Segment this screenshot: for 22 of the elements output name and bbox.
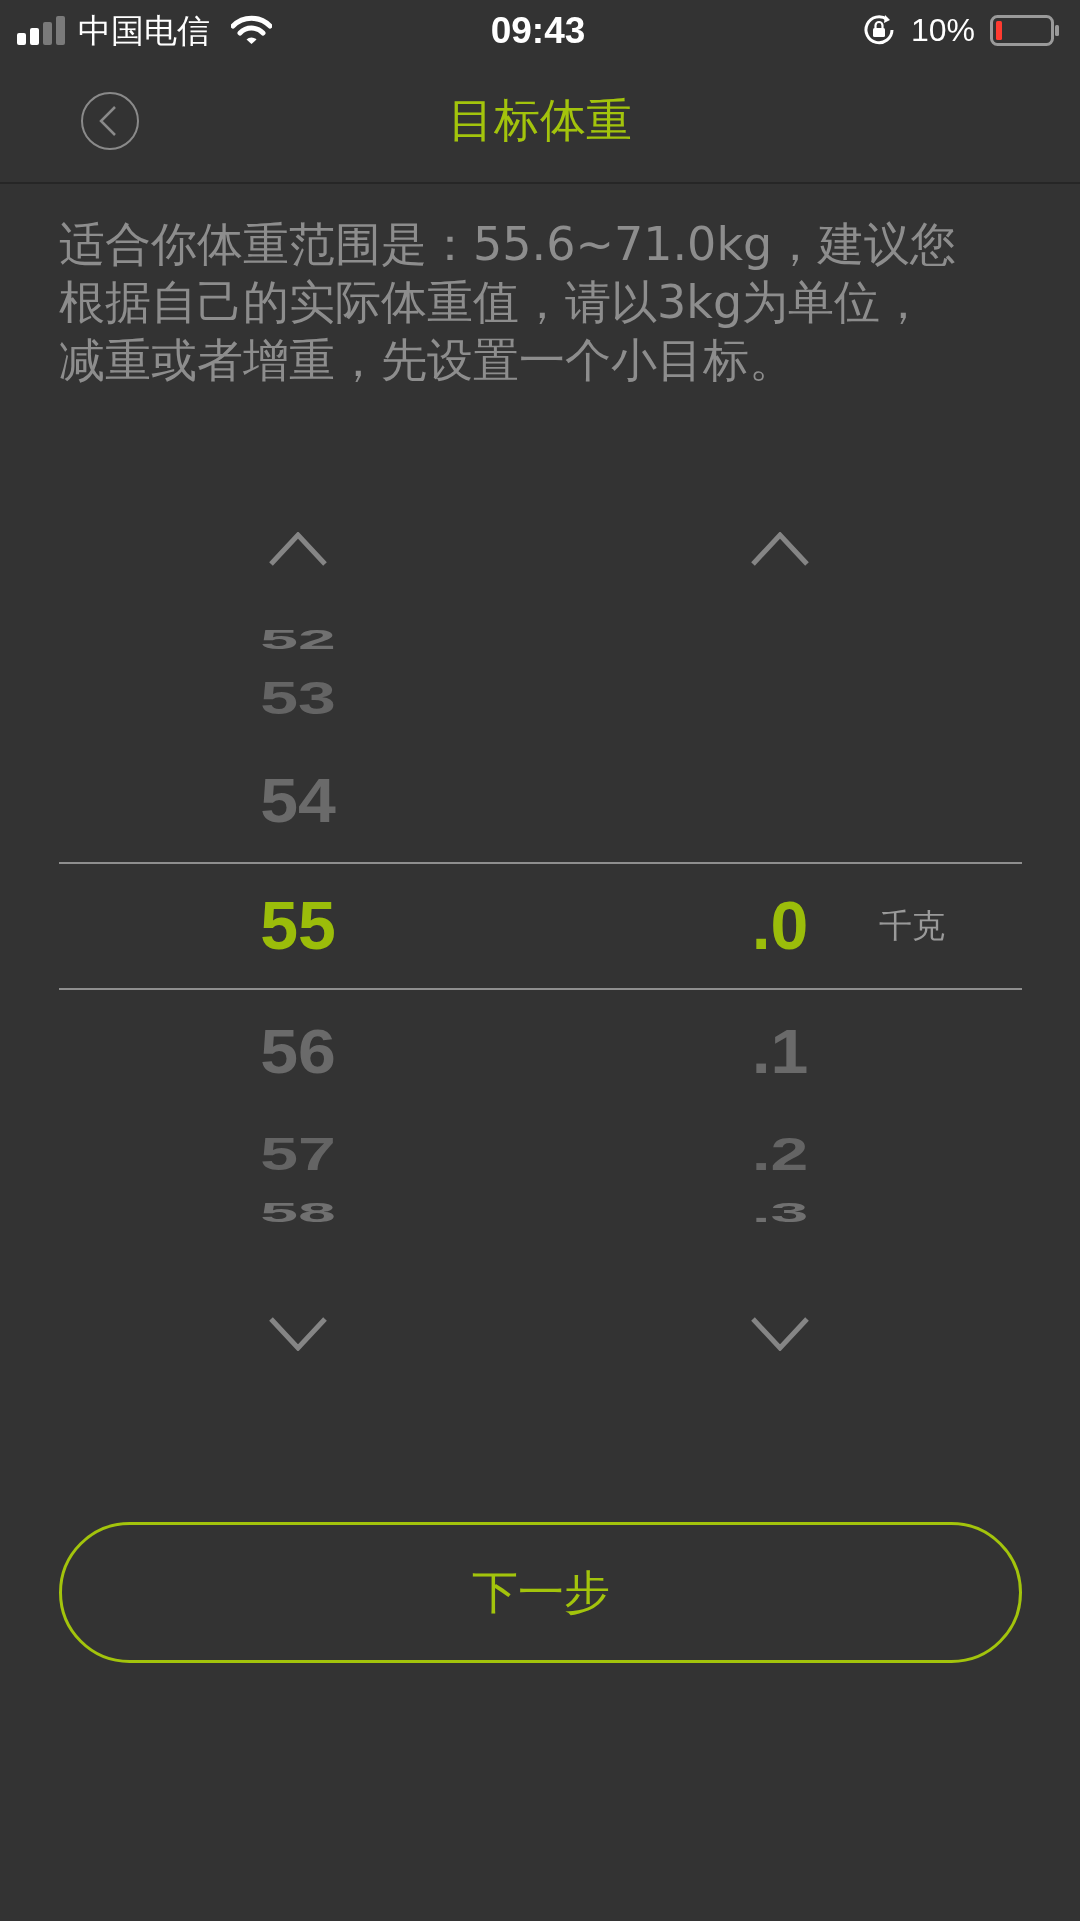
chevron-down-icon[interactable] — [751, 1317, 809, 1351]
chevron-up-icon[interactable] — [751, 532, 809, 566]
carrier-name: 中国电信 — [78, 13, 210, 47]
rotation-lock-icon — [861, 13, 896, 47]
chevron-left-icon — [99, 106, 117, 136]
signal-icon — [17, 15, 65, 45]
picker-value[interactable]: .0 — [751, 891, 809, 959]
battery-percent: 10% — [910, 14, 975, 46]
status-time: 09:43 — [490, 11, 586, 49]
picker-value[interactable]: 52 — [260, 624, 336, 653]
picker-value[interactable]: .3 — [751, 1197, 809, 1226]
next-step-button[interactable]: 下一步 — [59, 1522, 1022, 1663]
wifi-icon — [231, 15, 272, 45]
unit-label: 千克 — [879, 908, 945, 942]
chevron-down-icon[interactable] — [269, 1317, 327, 1351]
picker-value[interactable]: 55 — [260, 891, 336, 959]
picker-value[interactable]: 58 — [260, 1197, 336, 1226]
back-button[interactable] — [81, 92, 139, 150]
weight-range-description: 适合你体重范围是：55.6~71.0kg，建议您根据自己的实际体重值，请以3kg为单位，减重或者增重，先设置一个小目标。 — [59, 216, 958, 389]
battery-icon — [990, 14, 1059, 46]
page-title: 目标体重 — [448, 93, 632, 149]
chevron-up-icon[interactable] — [269, 532, 327, 566]
